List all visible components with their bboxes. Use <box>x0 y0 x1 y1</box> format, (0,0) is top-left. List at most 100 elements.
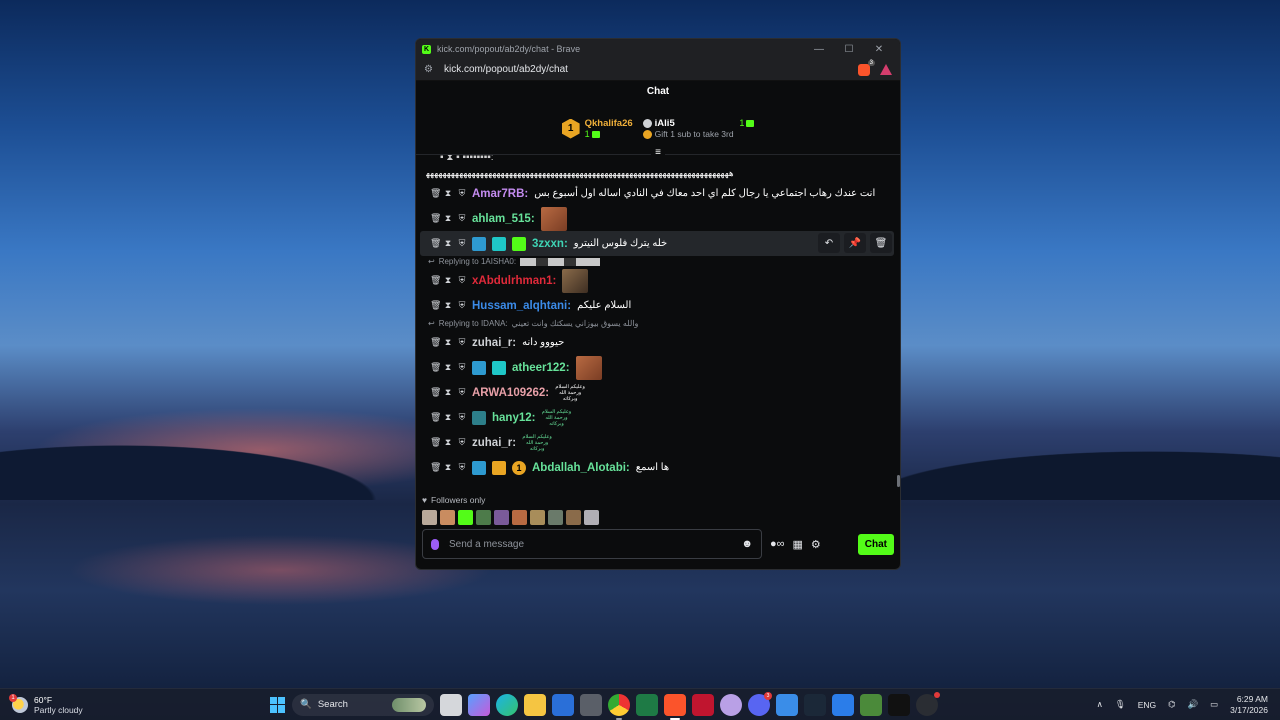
ban-icon[interactable]: ⛨ <box>458 437 466 448</box>
pin-icon[interactable]: 📌 <box>844 233 866 253</box>
timeout-icon[interactable]: ⧗ <box>444 275 452 286</box>
app-icon[interactable] <box>776 693 798 716</box>
emoji-icon[interactable]: ☻ <box>741 538 753 550</box>
timeout-icon[interactable]: ⧗ <box>444 387 452 398</box>
timeout-icon[interactable]: ⧗ <box>444 188 452 199</box>
maximize-button[interactable]: ☐ <box>834 44 864 55</box>
username[interactable]: Hussam_alqhtani: <box>472 300 571 312</box>
excel-icon[interactable] <box>636 693 658 716</box>
brave-rewards-icon[interactable] <box>880 64 892 75</box>
ban-icon[interactable]: ⛨ <box>458 362 466 373</box>
scrollbar[interactable] <box>897 475 900 487</box>
delete-icon[interactable]: 🗑 <box>430 213 441 224</box>
app-icon[interactable] <box>916 691 940 716</box>
chrome-icon[interactable] <box>608 693 630 720</box>
steam-icon[interactable] <box>804 693 826 716</box>
timeout-icon[interactable]: ⧗ <box>444 362 452 373</box>
emote-button[interactable] <box>494 509 509 525</box>
username[interactable]: atheer122: <box>512 362 570 374</box>
chat-message[interactable]: 🗑 ⧗ ⛨ Hussam_alqhtani: السلام عليكم <box>426 293 894 318</box>
ban-icon[interactable]: ⛨ <box>458 275 466 286</box>
timeout-icon[interactable]: ⧗ <box>444 337 452 348</box>
language-indicator[interactable]: ENG <box>1138 700 1156 710</box>
delete-icon[interactable]: 🗑 <box>430 337 441 348</box>
chat-message-hovered[interactable]: 🗑 ⧗ ⛨ 3zxxn: خله يترك فلوس النيترو ↶ 📌 🗑 <box>420 231 894 256</box>
ban-icon[interactable]: ⛨ <box>458 462 466 473</box>
username[interactable]: xAbdulrhman1: <box>472 275 556 287</box>
send-chat-button[interactable]: Chat <box>857 533 894 555</box>
leaderboard-second[interactable]: iAli5 1 Gift 1 sub to take 3rd <box>642 118 755 140</box>
reply-icon[interactable]: ↶ <box>818 233 840 253</box>
network-icon[interactable]: ⌬ <box>1168 699 1175 710</box>
close-button[interactable]: ✕ <box>864 44 894 55</box>
username[interactable]: zuhai_r: <box>472 337 516 349</box>
chat-message[interactable]: 🗑 ⧗ ⛨ hany12: وعليكم السلام ورحمة الله و… <box>426 405 894 430</box>
taskbar-search[interactable]: 🔍 Search <box>292 693 434 716</box>
app-icon[interactable] <box>720 693 742 716</box>
chat-message[interactable]: 🗑 ⧗ ⛨ atheer122: <box>426 355 894 380</box>
url-field[interactable]: kick.com/popout/ab2dy/chat <box>444 64 848 75</box>
site-settings-icon[interactable]: ⚙ <box>424 64 436 75</box>
volume-icon[interactable]: 🔊 <box>1188 699 1199 710</box>
minimize-button[interactable]: — <box>804 44 834 55</box>
ban-icon[interactable]: ⛨ <box>458 300 466 311</box>
edge-icon[interactable] <box>496 693 518 716</box>
timeout-icon[interactable]: ⧗ <box>444 437 452 448</box>
ban-icon[interactable]: ⛨ <box>458 412 466 423</box>
delete-icon[interactable]: 🗑 <box>430 300 441 311</box>
ban-icon[interactable]: ⛨ <box>458 213 466 224</box>
microphone-icon[interactable] <box>431 538 439 550</box>
emote-button[interactable] <box>530 509 545 525</box>
store-icon[interactable]: ▦ <box>793 538 803 551</box>
chevron-up-icon[interactable]: ∧ <box>1097 699 1103 710</box>
emote-button[interactable] <box>458 509 473 525</box>
emote-button[interactable] <box>440 509 455 525</box>
file-explorer-icon[interactable] <box>524 693 546 716</box>
weather-widget[interactable]: 1 60°F Partly cloudy <box>0 693 270 715</box>
battery-icon[interactable]: ▭ <box>1210 699 1218 710</box>
clock[interactable]: 6:29 AM 3/17/2026 <box>1230 694 1268 716</box>
chat-message[interactable]: 🗑 ⧗ ⛨ xAbdulrhman1: <box>426 268 894 293</box>
emote-button[interactable] <box>422 509 437 525</box>
settings-gear-icon[interactable]: ⚙ <box>811 538 821 551</box>
delete-icon[interactable]: 🗑 <box>430 275 441 286</box>
emote-button[interactable] <box>566 509 581 525</box>
timeout-icon[interactable]: ⧗ <box>444 462 452 473</box>
chat-message[interactable]: 🗑 ⧗ ⛨ Amar7RB: انت عندك رهاب اجتماعي يا … <box>426 181 894 206</box>
username[interactable]: Abdallah_Alotabi: <box>532 462 630 474</box>
app-icon[interactable] <box>860 693 882 716</box>
username[interactable]: ahlam_515: <box>472 213 535 225</box>
delete-icon[interactable]: 🗑 <box>430 412 441 423</box>
ban-icon[interactable]: ⛨ <box>458 238 466 249</box>
app-icon[interactable] <box>832 693 854 716</box>
emote-button[interactable] <box>476 509 491 525</box>
username[interactable]: 3zxxn: <box>532 238 568 250</box>
ban-icon[interactable]: ⛨ <box>458 188 466 199</box>
capcut-icon[interactable] <box>888 693 910 716</box>
delete-icon[interactable]: 🗑 <box>430 462 441 473</box>
task-view-icon[interactable] <box>440 693 462 716</box>
brave-icon[interactable] <box>664 693 686 720</box>
username[interactable]: Amar7RB: <box>472 188 528 200</box>
reply-context[interactable]: ↩ Replying to 1AISHA0: <box>426 256 894 268</box>
outlook-icon[interactable] <box>552 693 574 716</box>
ban-icon[interactable]: ⛨ <box>458 337 466 348</box>
chat-message[interactable]: 🗑 ⧗ ⛨ ARWA109262: وعليكم السلام ورحمة ال… <box>426 380 894 405</box>
delete-icon[interactable]: 🗑 <box>430 238 441 249</box>
delete-icon[interactable]: 🗑 <box>430 437 441 448</box>
emote-button[interactable] <box>584 509 599 525</box>
discord-icon[interactable]: 3 <box>748 691 772 716</box>
delete-icon[interactable]: 🗑 <box>430 387 441 398</box>
chat-message[interactable]: 🗑 ⧗ ⛨ 1 Abdallah_Alotabi: ها اسمع <box>426 455 894 480</box>
timeout-icon[interactable]: ⧗ <box>444 213 452 224</box>
app-a-icon[interactable] <box>692 693 714 716</box>
username[interactable]: hany12: <box>492 412 535 424</box>
leaderboard-first[interactable]: 1 Qkhalifa26 1 <box>561 118 633 139</box>
timeout-icon[interactable]: ⧗ <box>444 300 452 311</box>
emote-button[interactable] <box>512 509 527 525</box>
kicks-infinity-icon[interactable]: ●∞ <box>770 538 785 550</box>
copilot-icon[interactable] <box>468 693 490 716</box>
trash-icon[interactable]: 🗑 <box>870 233 892 253</box>
start-windows-icon[interactable] <box>270 696 286 713</box>
reply-context[interactable]: ↩ Replying to IDANA: والله يسوق بيوزاني … <box>426 318 894 330</box>
